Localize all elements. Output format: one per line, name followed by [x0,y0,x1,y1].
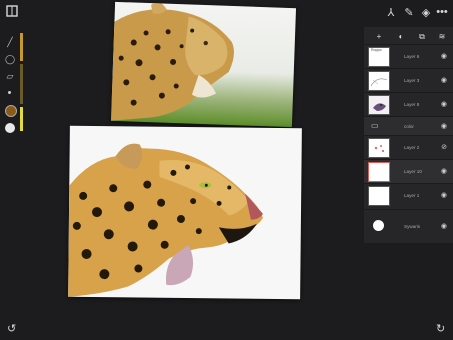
layer-row[interactable]: Roppo Layer 6 ◉ [364,44,453,69]
layer-thumbnail [368,186,390,206]
eraser-icon: ▱ [6,70,14,81]
eraser-tool[interactable]: ▱ [3,69,17,83]
layers-panel: + ◐ ⧉ ≋ Roppo Layer 6 ◉ Layer 3 ◉ Layer … [364,27,453,243]
layer-name: Layer 1 [404,193,420,198]
sketch-thumbnail-image [374,145,384,152]
layer-name: Layer 10 [404,169,422,174]
gallery-button[interactable] [5,4,19,18]
sketch-thumbnail-image [370,78,388,87]
layer-name: Layer 8 [404,102,420,107]
layer-group-row[interactable]: ▭ color ◉ [364,116,453,136]
grid-icon [6,5,18,17]
background-color-swatch[interactable] [373,220,384,231]
photo-thumbnail-image [369,96,389,114]
plus-icon: + [376,32,382,41]
brush-tool[interactable]: ╱ [3,35,17,49]
lasso-tool[interactable]: ◯ [3,52,17,66]
color-strip-3[interactable] [20,107,23,131]
layer-row[interactable]: Layer 1 ◉ [364,183,453,208]
layer-row[interactable]: Layer 3 ◉ [364,68,453,93]
undo-icon: ↺ [7,323,17,335]
layers-icon: ◈ [421,6,431,19]
brush-settings-icon: ⅄ [387,6,395,19]
layer-name: Layer 3 [404,78,420,83]
add-layer-button[interactable]: + [373,32,385,41]
duplicate-icon: ⧉ [419,32,425,41]
redo-icon: ↻ [436,323,446,335]
layer-thumbnail-note: Roppo [371,48,382,52]
color-strip-1[interactable] [20,33,23,61]
pin-icon: ✎ [404,6,414,19]
blend-mode-button[interactable]: ◐ [395,32,407,41]
layer-row[interactable]: Layer 8 ◉ [364,92,453,117]
undo-button[interactable]: ↺ [7,322,16,335]
layer-thumbnail [368,95,390,115]
layer-row[interactable]: Layer 2 ⊘ [364,135,453,160]
brush-icon: ╱ [7,36,13,47]
size-slider-dot[interactable] [8,91,11,94]
color-swatch[interactable] [5,105,17,117]
redo-button[interactable]: ↻ [436,322,445,335]
reference-photo[interactable] [110,1,297,128]
leopard-painting-image [68,143,263,297]
visibility-eye-icon[interactable]: ◉ [441,76,447,84]
lasso-icon: ◯ [4,53,16,64]
more-icon: ••• [436,6,448,18]
layer-thumbnail [368,71,390,91]
color-strip-2[interactable] [20,64,23,104]
layer-row-selected[interactable]: Layer 10 ◉ [364,159,453,184]
more-button[interactable]: ••• [434,4,450,20]
folder-icon: ▭ [371,121,379,130]
layer-thumbnail [368,138,390,158]
layer-thumbnail: Roppo [368,47,390,67]
layer-thumbnail [368,162,390,182]
layer-name: Sywaris [404,224,421,229]
visibility-eye-icon[interactable]: ◉ [441,222,447,230]
layer-group-name: color [404,124,414,129]
background-layer-row[interactable]: Sywaris ◉ [364,209,453,244]
brush-settings-button[interactable]: ⅄ [383,4,399,20]
layer-name: Layer 6 [404,54,420,59]
visibility-eye-icon[interactable]: ◉ [441,100,447,108]
layer-mask-button[interactable] [5,123,15,133]
layer-name: Layer 2 [404,145,420,150]
visibility-eye-icon[interactable]: ◉ [441,191,447,199]
drawing-canvas[interactable] [68,125,302,300]
leopard-photo-image [110,2,234,121]
blend-icon: ◐ [398,32,404,41]
visibility-eye-icon[interactable]: ◉ [441,52,447,60]
layers-button[interactable]: ◈ [418,4,434,20]
hidden-eye-icon[interactable]: ⊘ [441,143,447,151]
stack-icon: ≋ [438,32,446,41]
pin-button[interactable]: ✎ [401,4,417,20]
layer-stack-button[interactable]: ≋ [436,32,448,41]
visibility-eye-icon[interactable]: ◉ [441,122,447,130]
duplicate-layer-button[interactable]: ⧉ [416,32,428,42]
visibility-eye-icon[interactable]: ◉ [441,167,447,175]
